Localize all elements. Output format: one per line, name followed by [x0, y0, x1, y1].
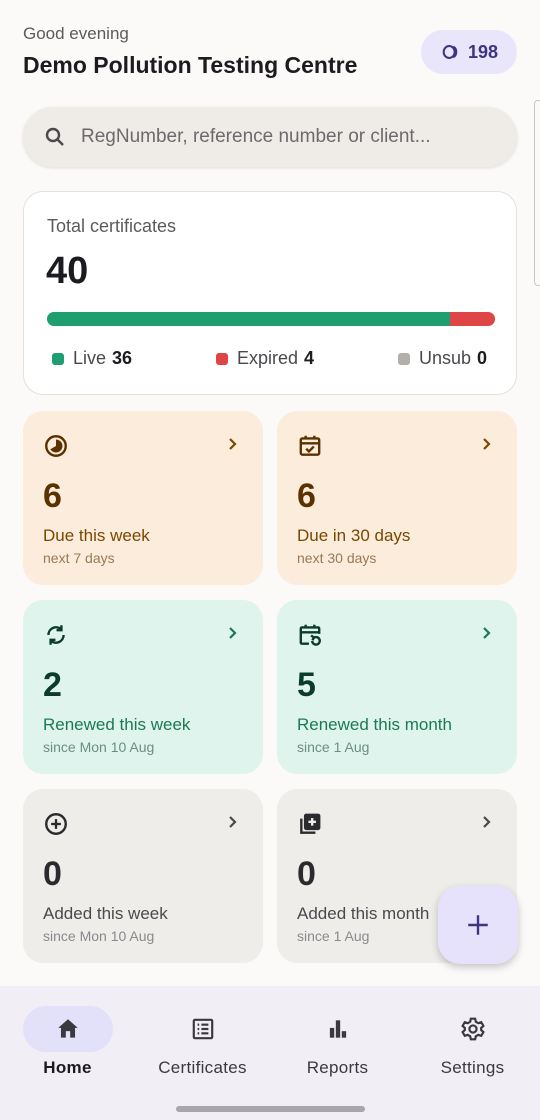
tile-label: Renewed this week: [43, 715, 191, 734]
nav-item-home[interactable]: Home: [0, 1006, 135, 1096]
tile-subtitle: since 1 Aug: [297, 928, 370, 944]
chevron-right-icon: [483, 816, 491, 828]
chevron-right-icon: [229, 627, 237, 639]
clock-pie-icon: [45, 435, 67, 457]
legend-expired-label: Expired: [237, 348, 299, 368]
legend-expired: Expired 4: [216, 348, 314, 369]
chevron-right-icon: [229, 816, 237, 828]
chevron-right-icon: [229, 438, 237, 450]
nav-label-settings: Settings: [440, 1058, 505, 1077]
greeting-text: Good evening: [23, 24, 129, 43]
expired-dot: [216, 352, 228, 365]
legend-unsub: Unsub 0: [398, 348, 487, 369]
tile-due-in-30-days[interactable]: 6 Due in 30 days next 30 days: [277, 411, 517, 585]
nav-indicator: [23, 1006, 113, 1052]
gear-icon: [461, 1017, 485, 1041]
sync-icon: [47, 625, 65, 645]
bar-chart-icon: [329, 1020, 347, 1038]
tile-value: 5: [297, 666, 316, 704]
search-icon: [45, 127, 64, 146]
nav-label-certificates: Certificates: [158, 1058, 247, 1077]
bottom-navigation: Home Certificates Reports Settings: [0, 986, 540, 1120]
tile-due-this-week[interactable]: 6 Due this week next 7 days: [23, 411, 263, 585]
calendar-check-icon: [299, 435, 321, 456]
home-icon: [58, 1019, 78, 1038]
legend-expired-count: 4: [304, 348, 315, 368]
legend-unsub-label: Unsub: [419, 348, 472, 368]
total-certificates-value: 40: [46, 250, 89, 292]
tile-label: Added this week: [43, 904, 168, 923]
tile-label: Due in 30 days: [297, 526, 411, 545]
total-certificates-label: Total certificates: [47, 216, 177, 236]
nav-indicator: [428, 1006, 518, 1052]
search-input[interactable]: [81, 126, 481, 148]
nav-label-reports: Reports: [306, 1058, 369, 1077]
calendar-refresh-icon: [299, 624, 321, 646]
page-title: Demo Pollution Testing Centre: [23, 52, 358, 78]
tile-value: 6: [297, 477, 316, 515]
credits-badge[interactable]: 198: [421, 30, 517, 74]
live-dot: [52, 352, 64, 365]
tile-subtitle: since 1 Aug: [297, 739, 370, 755]
nav-item-reports[interactable]: Reports: [270, 1006, 405, 1096]
tile-label: Added this month: [297, 904, 430, 923]
search-bar[interactable]: [23, 107, 517, 167]
nav-item-settings[interactable]: Settings: [405, 1006, 540, 1096]
tile-value: 0: [297, 855, 316, 893]
credits-count: 198: [467, 41, 499, 62]
chevron-right-icon: [483, 438, 491, 450]
tile-value: 0: [43, 855, 62, 893]
tile-subtitle: since Mon 10 Aug: [43, 739, 155, 755]
add-circle-icon: [45, 813, 67, 835]
coins-icon: [442, 45, 458, 59]
legend-live: Live 36: [52, 348, 132, 369]
tile-label: Due this week: [43, 526, 150, 545]
tile-added-this-week[interactable]: 0 Added this week since Mon 10 Aug: [23, 789, 263, 963]
bar-segment-expired: [450, 312, 495, 326]
tile-value: 6: [43, 477, 62, 515]
legend-live-count: 36: [112, 348, 133, 368]
tile-subtitle: next 30 days: [297, 550, 377, 566]
chevron-right-icon: [483, 627, 491, 639]
unsub-dot: [398, 352, 410, 365]
tile-renewed-this-week[interactable]: 2 Renewed this week since Mon 10 Aug: [23, 600, 263, 774]
library-add-icon: [300, 813, 321, 834]
home-gesture-bar[interactable]: [176, 1106, 365, 1112]
legend-unsub-count: 0: [477, 348, 488, 368]
total-certificates-card[interactable]: Total certificates 40 Live 36 Expired 4 …: [23, 191, 517, 395]
tile-label: Renewed this month: [297, 715, 452, 734]
nav-indicator: [293, 1006, 383, 1052]
nav-item-certificates[interactable]: Certificates: [135, 1006, 270, 1096]
nav-indicator: [158, 1006, 248, 1052]
tile-subtitle: since Mon 10 Aug: [43, 928, 155, 944]
plus-icon: [468, 915, 488, 935]
bar-segment-live: [47, 312, 451, 326]
tile-renewed-this-month[interactable]: 5 Renewed this month since 1 Aug: [277, 600, 517, 774]
legend-live-label: Live: [73, 348, 107, 368]
status-breakdown-bar: [47, 312, 495, 326]
tile-value: 2: [43, 666, 62, 704]
scrollbar[interactable]: [534, 100, 540, 286]
add-certificate-button[interactable]: [438, 886, 518, 964]
nav-label-home: Home: [43, 1058, 92, 1077]
header: Good evening Demo Pollution Testing Cent…: [0, 0, 540, 100]
tile-subtitle: next 7 days: [43, 550, 115, 566]
list-alt-icon: [192, 1018, 214, 1040]
